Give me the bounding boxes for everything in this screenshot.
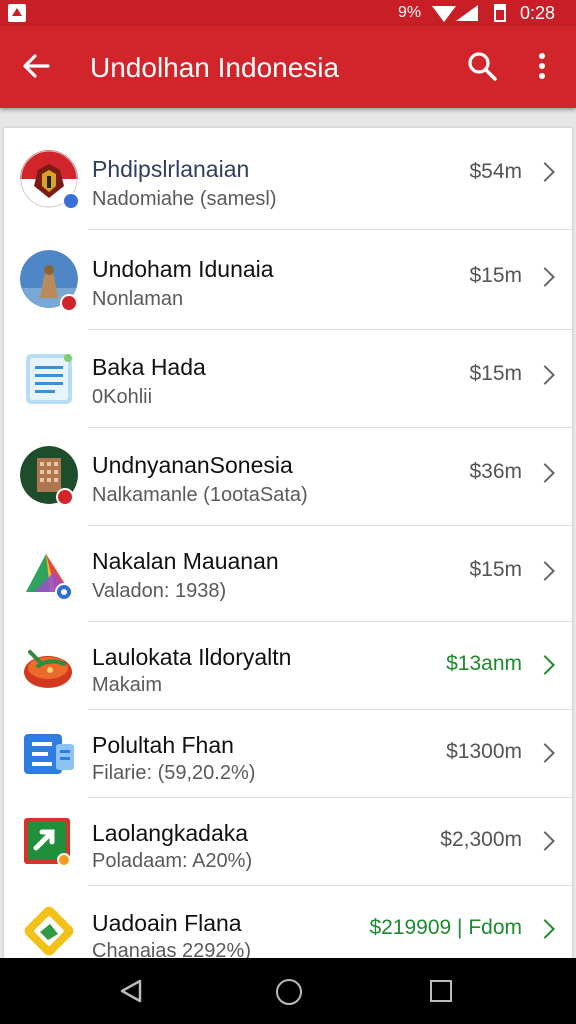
- chevron-right-icon: [535, 365, 555, 385]
- item-amount: $1300m: [446, 740, 522, 763]
- chili-icon: [24, 650, 72, 688]
- page-title: Undolhan Indonesia: [90, 52, 340, 83]
- item-amount: $219909 | Fdom: [369, 916, 522, 939]
- signal-icon: [456, 5, 478, 21]
- item-amount: $15m: [469, 362, 522, 385]
- chevron-right-icon: [535, 267, 555, 287]
- item-subtitle: 0Kohlii: [92, 386, 153, 408]
- item-title: Baka Hada: [92, 354, 206, 380]
- more-vert-icon[interactable]: [530, 50, 554, 82]
- chevron-right-icon: [535, 162, 555, 182]
- arrow-back-icon[interactable]: [20, 50, 52, 82]
- status-bar: 9% 0:28: [0, 0, 576, 26]
- nav-recents-icon[interactable]: [430, 980, 452, 1002]
- nav-home-icon[interactable]: [276, 979, 302, 1005]
- flag-badge-icon: [60, 294, 78, 312]
- chevron-right-icon: [535, 655, 555, 675]
- chevron-right-icon: [535, 831, 555, 851]
- yellow-diamond-icon: [24, 906, 74, 956]
- item-amount: $2,300m: [440, 828, 522, 851]
- document-icon: [26, 354, 72, 404]
- list-item[interactable]: Uadoain Flana Chanaias 2292%) $219909 | …: [4, 886, 572, 958]
- flag-badge-icon: [56, 488, 74, 506]
- green-square-icon: [24, 818, 71, 867]
- play-triangle-icon: [26, 554, 73, 601]
- item-amount: $13anm: [446, 652, 522, 675]
- list-item[interactable]: UndnyananSonesia Nalkamanle (1ootaSata) …: [4, 428, 572, 526]
- search-icon[interactable]: [466, 50, 498, 82]
- item-title: Phdipslrlanaian: [92, 156, 250, 182]
- item-subtitle: Nalkamanle (1ootaSata): [92, 484, 308, 506]
- list-item[interactable]: Laolangkadaka Poladaam: A20%) $2,300m: [4, 798, 572, 886]
- app-bar: Undolhan Indonesia: [0, 26, 576, 108]
- item-subtitle: Chanaias 2292%): [92, 940, 251, 958]
- list-card: Phdipslrlanaian Nadomiahe (samesl) $54m …: [4, 128, 572, 958]
- item-title: Laulokata Ildoryaltn: [92, 644, 292, 670]
- item-amount: $36m: [469, 460, 522, 483]
- item-subtitle: Nonlaman: [92, 288, 184, 310]
- wifi-icon: [432, 6, 456, 22]
- item-subtitle: Filarie: (59,20.2%): [92, 762, 256, 784]
- item-title: Laolangkadaka: [92, 820, 249, 846]
- blue-document-icon: [24, 734, 74, 774]
- chevron-right-icon: [535, 463, 555, 483]
- list-item[interactable]: Laulokata Ildoryaltn Makaim $13anm: [4, 622, 572, 710]
- list-item[interactable]: Polultah Fhan Filarie: (59,20.2%) $1300m: [4, 710, 572, 798]
- item-amount: $54m: [469, 160, 522, 183]
- item-title: Uadoain Flana: [92, 910, 242, 936]
- item-title: Undoham Idunaia: [92, 256, 274, 282]
- item-amount: $15m: [469, 264, 522, 287]
- list-item[interactable]: Undoham Idunaia Nonlaman $15m: [4, 230, 572, 330]
- chevron-right-icon: [535, 561, 555, 581]
- chevron-right-icon: [535, 743, 555, 763]
- item-title: UndnyananSonesia: [92, 452, 293, 478]
- app-notification-icon: [8, 4, 26, 22]
- list-item[interactable]: Nakalan Mauanan Valadon: 1938) $15m: [4, 526, 572, 622]
- item-amount: $15m: [469, 558, 522, 581]
- item-title: Nakalan Mauanan: [92, 548, 279, 574]
- content-area: Phdipslrlanaian Nadomiahe (samesl) $54m …: [0, 108, 576, 958]
- navigation-bar: [0, 958, 576, 1024]
- status-time: 0:28: [520, 3, 556, 23]
- nav-back-icon[interactable]: [118, 978, 144, 1004]
- item-subtitle: Valadon: 1938): [92, 580, 227, 602]
- item-subtitle: Nadomiahe (samesl): [92, 188, 277, 210]
- item-subtitle: Makaim: [92, 674, 163, 696]
- item-title: Polultah Fhan: [92, 732, 234, 758]
- battery-icon: [494, 4, 506, 22]
- list-item[interactable]: Phdipslrlanaian Nadomiahe (samesl) $54m: [4, 128, 572, 230]
- status-indicator-text: 9%: [398, 4, 422, 21]
- chevron-right-icon: [535, 919, 555, 939]
- item-subtitle: Poladaam: A20%): [92, 850, 253, 872]
- list-item[interactable]: Baka Hada 0Kohlii $15m: [4, 330, 572, 428]
- verified-badge-icon: [62, 192, 80, 210]
